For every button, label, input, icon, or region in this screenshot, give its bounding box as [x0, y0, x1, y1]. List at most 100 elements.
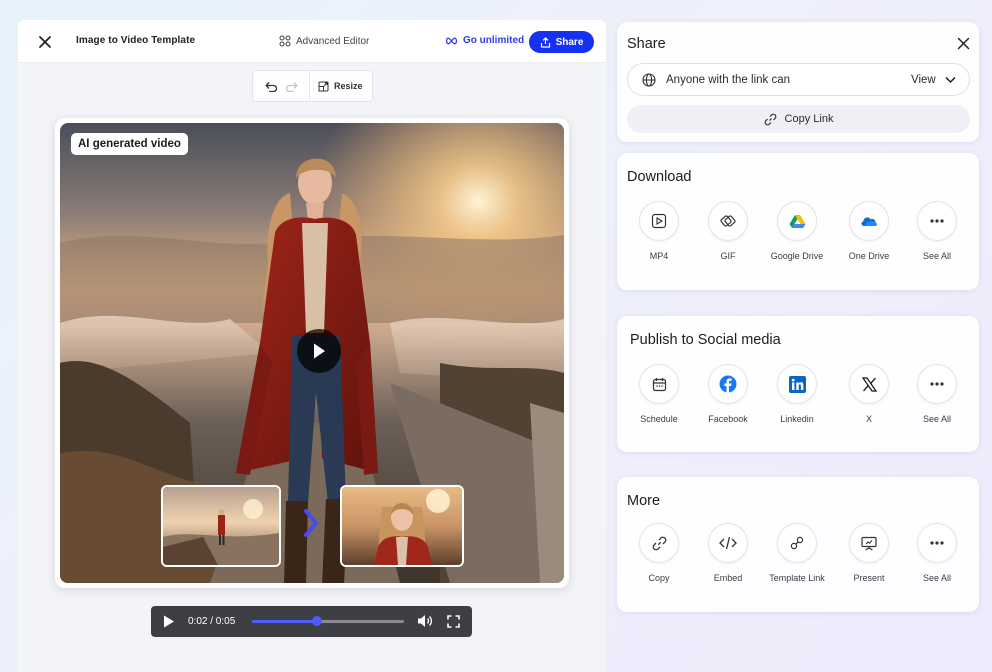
result-image — [342, 487, 462, 565]
download-option-google-drive[interactable]: Google Drive — [762, 201, 832, 262]
more-option-copy[interactable]: Copy — [624, 523, 694, 584]
undo-icon — [264, 81, 277, 92]
play-icon — [314, 343, 325, 359]
download-option-onedrive[interactable]: One Drive — [834, 201, 904, 262]
copy-link-icon — [652, 536, 666, 550]
seek-progress — [252, 620, 318, 623]
template-link-icon — [790, 536, 804, 550]
present-icon — [861, 536, 877, 551]
option-label: Present — [853, 573, 885, 583]
option-label: See All — [922, 251, 952, 261]
option-label: See All — [922, 414, 952, 424]
chevron-down-icon — [945, 76, 956, 84]
video-preview-card: AI generated video — [55, 118, 569, 588]
option-label: Embed — [713, 573, 743, 583]
social-option-schedule[interactable]: Schedule — [624, 364, 694, 425]
option-label: Facebook — [708, 414, 748, 424]
gif-icon — [720, 215, 736, 227]
more-option-embed[interactable]: Embed — [693, 523, 763, 584]
edit-toolbox: Resize — [252, 70, 373, 102]
onedrive-icon — [861, 217, 877, 226]
social-card: Publish to Social media Schedule Faceboo… — [617, 316, 979, 452]
social-option-x[interactable]: X — [834, 364, 904, 425]
option-label: One Drive — [848, 251, 890, 261]
more-option-template-link[interactable]: Template Link — [762, 523, 832, 584]
share-card: Share Anyone with the link can View Copy… — [617, 22, 979, 142]
resize-icon — [318, 81, 329, 91]
copy-link-button[interactable]: Copy Link — [627, 105, 970, 133]
redo-button[interactable] — [281, 76, 301, 96]
go-unlimited-label: Go unlimited — [463, 35, 525, 46]
close-icon[interactable] — [36, 33, 54, 51]
more-icon — [930, 382, 944, 386]
more-icon — [930, 541, 944, 545]
option-label: X — [865, 414, 872, 424]
social-option-linkedin[interactable]: Linkedin — [762, 364, 832, 425]
more-see-all[interactable]: See All — [902, 523, 972, 584]
infinity-icon — [445, 37, 458, 44]
more-icon — [930, 219, 944, 223]
transform-arrow-icon — [304, 509, 318, 537]
option-label: See All — [922, 573, 952, 583]
download-see-all[interactable]: See All — [902, 201, 972, 262]
more-card-title: More — [627, 493, 661, 509]
social-option-facebook[interactable]: Facebook — [693, 364, 763, 425]
globe-icon — [642, 73, 656, 87]
ai-generated-badge: AI generated video — [71, 133, 188, 155]
social-see-all[interactable]: See All — [902, 364, 972, 425]
option-label: MP4 — [649, 251, 669, 261]
seek-bar[interactable] — [252, 616, 404, 626]
source-image-thumbnail[interactable] — [161, 485, 281, 567]
advanced-editor-label: Advanced Editor — [296, 35, 370, 47]
social-card-title: Publish to Social media — [630, 332, 781, 348]
template-title: Image to Video Template — [76, 35, 196, 46]
copy-link-label: Copy Link — [784, 113, 834, 125]
x-icon — [861, 376, 877, 392]
redo-icon — [285, 81, 298, 92]
go-unlimited-link[interactable]: Go unlimited — [445, 35, 524, 46]
video-frame[interactable]: AI generated video — [60, 123, 564, 583]
seek-handle[interactable] — [312, 616, 323, 626]
option-label: Copy — [648, 573, 670, 583]
option-label: Linkedin — [780, 414, 814, 424]
link-access-label: Anyone with the link can — [666, 74, 791, 86]
volume-icon[interactable] — [417, 614, 433, 628]
download-card-title: Download — [627, 169, 692, 185]
facebook-icon — [719, 375, 737, 393]
linkedin-icon — [788, 375, 806, 393]
share-card-title: Share — [627, 36, 666, 52]
editor-panel: Image to Video Template Advanced Editor … — [18, 20, 606, 672]
link-access-dropdown[interactable]: Anyone with the link can View — [627, 63, 970, 96]
download-option-mp4[interactable]: MP4 — [624, 201, 694, 262]
toolbox-divider — [309, 71, 310, 101]
result-video-thumbnail[interactable] — [340, 485, 464, 567]
editor-topbar: Image to Video Template Advanced Editor … — [18, 20, 606, 63]
google-drive-icon — [789, 214, 805, 228]
option-label: GIF — [720, 251, 736, 261]
source-image — [163, 487, 279, 565]
playback-time: 0:02 / 0:05 — [188, 616, 236, 627]
fullscreen-icon[interactable] — [447, 615, 460, 628]
code-icon — [719, 536, 737, 550]
play-icon[interactable] — [163, 615, 175, 628]
option-label: Template Link — [769, 573, 825, 583]
option-label: Schedule — [640, 414, 678, 424]
grid-icon — [279, 35, 291, 47]
download-option-gif[interactable]: GIF — [693, 201, 763, 262]
close-icon[interactable] — [957, 37, 970, 50]
video-controls: 0:02 / 0:05 — [151, 606, 472, 637]
download-card: Download MP4 GIF Google Drive One Drive — [617, 153, 979, 290]
resize-button[interactable]: Resize — [318, 81, 363, 92]
option-label: Google Drive — [770, 251, 824, 261]
upload-share-icon — [540, 36, 550, 48]
video-file-icon — [651, 213, 667, 229]
play-overlay-button[interactable] — [297, 329, 341, 373]
more-card: More Copy Embed Template Link Present Se… — [617, 477, 979, 612]
advanced-editor-button[interactable]: Advanced Editor — [279, 35, 369, 47]
calendar-icon — [652, 377, 666, 391]
more-option-present[interactable]: Present — [834, 523, 904, 584]
share-button[interactable]: Share — [529, 31, 594, 53]
share-button-label: Share — [555, 36, 584, 48]
permission-value: View — [911, 74, 936, 86]
undo-button[interactable] — [261, 76, 281, 96]
